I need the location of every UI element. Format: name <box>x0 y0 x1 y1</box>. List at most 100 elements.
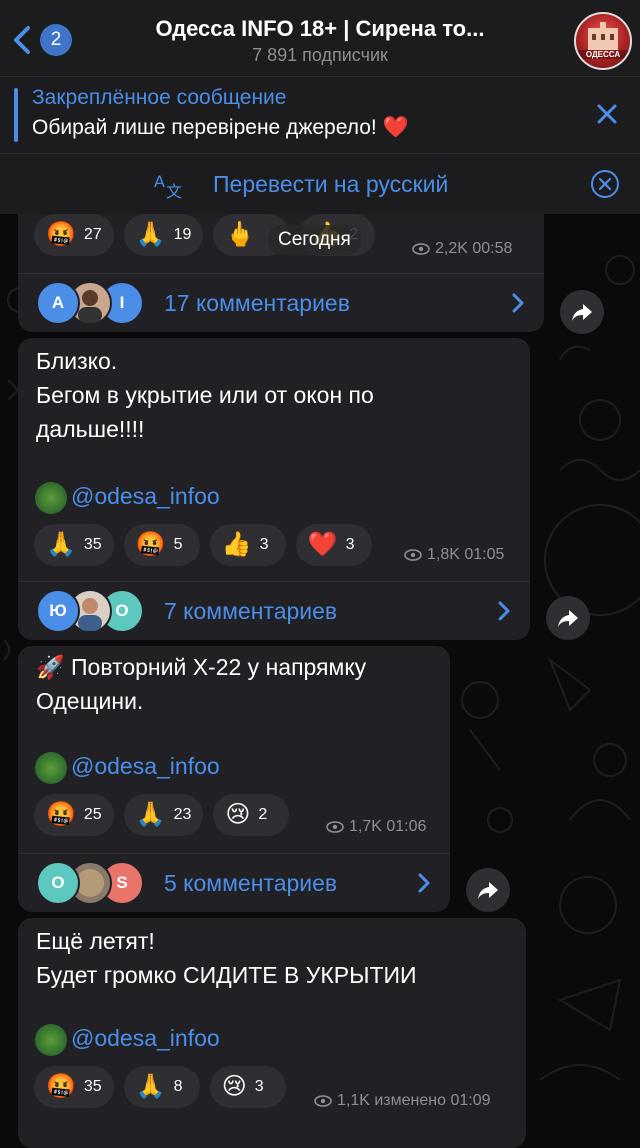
reactions-row: 🤬 25 🙏 23 😢 2 <box>34 794 290 836</box>
message-bubble[interactable]: 🚀 Повторний Х-22 у напрямку Одещини. @od… <box>18 646 450 912</box>
share-button[interactable] <box>560 290 604 334</box>
message-text: Близко. Бегом в укрытие или от окон по д… <box>36 344 374 446</box>
reactions-row: 🤬 35 🙏 8 😢 3 <box>34 1066 286 1108</box>
message-bubble[interactable]: Близко. Бегом в укрытие или от окон по д… <box>18 338 530 640</box>
reaction-chip[interactable]: 🤬 5 <box>123 524 200 566</box>
message-line: Будет громко СИДИТЕ В УКРЫТИИ <box>36 962 417 988</box>
reaction-count: 8 <box>173 1078 183 1095</box>
reaction-count: 27 <box>83 226 102 243</box>
reaction-count: 23 <box>173 806 192 823</box>
reaction-count: 35 <box>83 1078 102 1095</box>
chevron-left-icon <box>14 26 30 54</box>
thumbs-up-emoji: 👍 <box>221 531 252 558</box>
unread-badge: 2 <box>40 24 72 56</box>
angry-emoji: 🤬 <box>46 801 76 828</box>
heart-emoji: ❤️ <box>307 531 338 558</box>
translate-button[interactable]: Перевести на русский <box>213 171 448 198</box>
channel-link[interactable]: @odesa_infoo <box>71 753 220 780</box>
commenter-avatars: Ю O <box>36 589 152 633</box>
views-text: 1,1K изменено 01:09 <box>337 1092 491 1109</box>
share-arrow-icon <box>558 610 578 627</box>
finger-emoji: 🖕 <box>225 221 256 248</box>
share-button[interactable] <box>546 596 590 640</box>
radar-icon <box>35 482 67 514</box>
channel-avatar[interactable]: ОДЕССА <box>574 12 632 70</box>
comments-count: 5 комментариев <box>164 869 338 896</box>
pinned-message-bar[interactable]: Закреплённое сообщение Обирай лише перев… <box>0 77 640 154</box>
reaction-chip[interactable]: 🙏 19 <box>123 214 204 256</box>
building-icon <box>588 22 618 50</box>
avatar-label: ОДЕССА <box>576 50 630 59</box>
share-button[interactable] <box>466 868 510 912</box>
back-button[interactable]: 2 <box>10 24 72 56</box>
pray-emoji: 🙏 <box>135 221 166 248</box>
reaction-chip[interactable]: 🙏 35 <box>34 524 114 566</box>
channel-link[interactable]: @odesa_infoo <box>71 1025 220 1052</box>
commenter-avatars: A I <box>36 281 152 325</box>
reaction-count: 3 <box>345 536 355 553</box>
eye-icon <box>404 549 422 561</box>
crying-emoji: 😢 <box>225 801 251 828</box>
views-timestamp: 1,1K изменено 01:09 <box>314 1092 490 1110</box>
reaction-chip[interactable]: 👍 3 <box>209 524 286 566</box>
message-line: дальше!!!! <box>36 416 145 442</box>
svg-text:文: 文 <box>166 182 182 200</box>
svg-text:A: A <box>154 172 165 191</box>
views-timestamp: 1,7K 01:06 <box>326 818 426 836</box>
message-text: 🚀 Повторний Х-22 у напрямку Одещини. <box>36 650 366 718</box>
message-text: Ещё летят! Будет громко СИДИТЕ В УКРЫТИИ <box>36 924 417 992</box>
channel-title[interactable]: Одесса INFO 18+ | Сирена то... <box>110 16 530 42</box>
reaction-chip[interactable]: 🙏 23 <box>123 794 204 836</box>
avatar: Ю <box>36 589 80 633</box>
translate-bar[interactable]: A 文 Перевести на русский <box>0 154 640 214</box>
reaction-count: 2 <box>258 806 268 823</box>
chat-header: 2 Одесса INFO 18+ | Сирена то... 7 891 п… <box>0 0 640 77</box>
reaction-chip[interactable]: 😢 3 <box>209 1066 286 1108</box>
message-line: Бегом в укрытие или от окон по <box>36 382 374 408</box>
close-icon[interactable] <box>596 103 618 125</box>
reaction-count: 3 <box>259 536 269 553</box>
message-line: 🚀 Повторний Х-22 у напрямку <box>36 654 367 680</box>
share-arrow-icon <box>572 304 592 321</box>
reaction-count: 5 <box>173 536 183 553</box>
reaction-count: 25 <box>83 806 102 823</box>
eye-icon <box>314 1095 332 1107</box>
comments-link[interactable]: Ю O 7 комментариев <box>18 581 530 640</box>
reaction-chip[interactable]: 🤬 25 <box>34 794 114 836</box>
message-line: Одещини. <box>36 688 144 714</box>
chevron-right-icon <box>512 293 524 313</box>
pray-emoji: 🙏 <box>46 531 76 558</box>
channel-link[interactable]: @odesa_infoo <box>71 483 220 510</box>
avatar: O <box>36 861 80 905</box>
crying-emoji: 😢 <box>221 1073 247 1100</box>
views-timestamp: 1,8K 01:05 <box>404 546 504 564</box>
commenter-avatars: O S <box>36 861 152 905</box>
message-bubble[interactable]: Ещё летят! Будет громко СИДИТЕ В УКРЫТИИ… <box>18 918 526 1148</box>
reaction-chip[interactable]: 😢 2 <box>213 794 290 836</box>
chevron-right-icon <box>418 873 430 893</box>
comments-link[interactable]: O S 5 комментариев <box>18 853 450 912</box>
comments-count: 17 комментариев <box>164 289 350 316</box>
close-circle-icon[interactable] <box>590 169 620 199</box>
reaction-count: 19 <box>173 226 192 243</box>
reaction-count: 35 <box>83 536 102 553</box>
comments-link[interactable]: A I 17 комментариев <box>18 273 544 332</box>
views-text: 1,7K 01:06 <box>349 818 427 835</box>
reaction-chip[interactable]: ❤️ 3 <box>295 524 372 566</box>
reaction-chip[interactable]: 🤬 35 <box>34 1066 114 1108</box>
comments-count: 7 комментариев <box>164 597 338 624</box>
translate-icon: A 文 <box>154 172 182 200</box>
views-text: 1,8K 01:05 <box>427 546 505 563</box>
pray-emoji: 🙏 <box>135 801 166 828</box>
reactions-row: 🙏 35 🤬 5 👍 3 ❤️ 3 <box>34 524 372 566</box>
reaction-chip[interactable]: 🤬 27 <box>34 214 114 256</box>
views-text: 2,2K 00:58 <box>435 240 513 257</box>
pray-emoji: 🙏 <box>135 1073 166 1100</box>
pinned-text: Обирай лише перевірене джерело! ❤️ <box>32 116 409 139</box>
views-timestamp: 2,2K 00:58 <box>412 240 512 258</box>
angry-emoji: 🤬 <box>46 1073 76 1100</box>
reaction-chip[interactable]: 🙏 8 <box>123 1066 200 1108</box>
avatar: A <box>36 281 80 325</box>
radar-icon <box>35 1024 67 1056</box>
eye-icon <box>412 243 430 255</box>
